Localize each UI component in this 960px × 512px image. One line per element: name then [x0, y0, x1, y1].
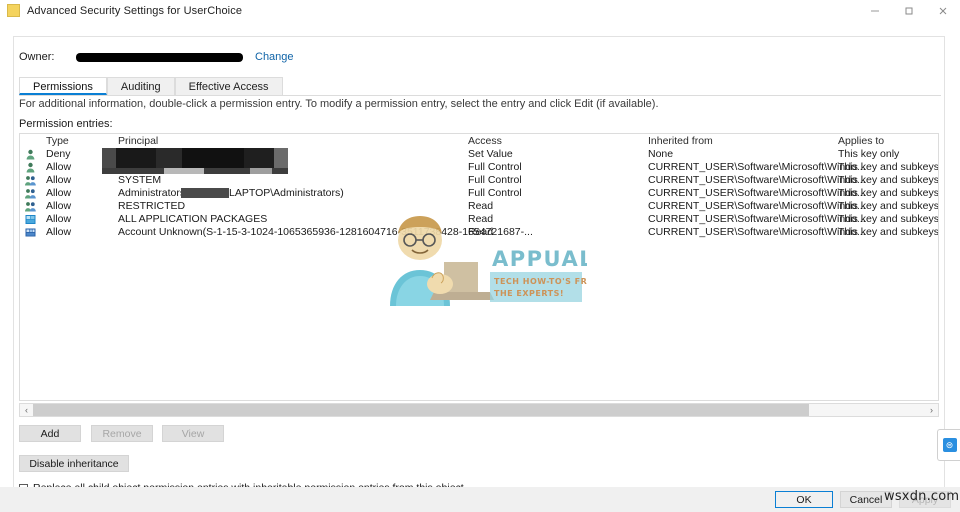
cell-applies-to: This key and subkeys [838, 174, 939, 186]
dialog-body: Owner: Change Permissions Auditing Effec… [0, 21, 960, 500]
table-row[interactable]: Allow Account Unknown(S-1-15-3-1024-1065… [20, 226, 938, 239]
cell-applies-to: This key and subkeys [838, 187, 939, 199]
cell-type: Deny [46, 148, 71, 160]
cell-inherited-from: CURRENT_USER\Software\Microsoft\Windo... [648, 213, 866, 225]
cell-access: Read [468, 213, 494, 225]
cell-inherited-from: CURRENT_USER\Software\Microsoft\Windo... [648, 187, 866, 199]
scroll-left-arrow-icon[interactable]: ‹ [20, 404, 33, 416]
view-button: View [162, 425, 224, 442]
column-header-principal[interactable]: Principal [118, 135, 158, 147]
cell-applies-to: This key and subkeys [838, 213, 939, 225]
scrollbar-track[interactable] [33, 404, 925, 416]
table-row[interactable]: Allow Administrators ( LAPTOP\Administra… [20, 187, 938, 200]
cancel-button[interactable]: Cancel [840, 491, 892, 508]
change-owner-link[interactable]: Change [255, 51, 294, 63]
cell-inherited-from: None [648, 148, 674, 160]
permission-entries-list[interactable]: Type Principal Access Inherited from App… [19, 133, 939, 401]
cell-type: Allow [46, 161, 72, 173]
close-button[interactable] [926, 0, 960, 21]
group-icon [25, 175, 36, 186]
scroll-right-arrow-icon[interactable]: › [925, 404, 938, 416]
cell-type: Allow [46, 213, 72, 225]
table-row[interactable]: Allow SYSTEM Full Control CURRENT_USER\S… [20, 174, 938, 187]
dialog-footer: OK Cancel Apply [0, 487, 960, 512]
table-row[interactable]: Allow Full Control CURRENT_USER\Software… [20, 161, 938, 174]
blue-app-icon[interactable]: ⊜ [942, 438, 957, 452]
tab-bar: Permissions Auditing Effective Access [19, 77, 941, 96]
cell-access: Full Control [468, 187, 522, 199]
cell-access: Full Control [468, 161, 522, 173]
maximize-button[interactable] [892, 0, 926, 21]
group-icon [25, 188, 36, 199]
owner-row: Owner: Change [19, 51, 294, 63]
minimize-button[interactable] [858, 0, 892, 21]
title-bar: Advanced Security Settings for UserChoic… [0, 0, 960, 22]
cell-access: Full Control [468, 174, 522, 186]
table-row[interactable]: Deny Set Value None This key only [20, 148, 938, 161]
folder-icon [7, 4, 20, 17]
cell-principal: SYSTEM [118, 174, 162, 186]
owner-value-redacted [76, 52, 243, 62]
cell-principal: ALL APPLICATION PACKAGES [118, 213, 268, 225]
cell-applies-to: This key and subkeys [838, 161, 939, 173]
column-header-applies-to[interactable]: Applies to [838, 135, 884, 147]
side-widget[interactable]: ⊜ [937, 429, 960, 461]
cell-type: Allow [46, 200, 72, 212]
scrollbar-thumb[interactable] [33, 404, 810, 416]
user-icon [25, 162, 36, 173]
permission-entries-label: Permission entries: [19, 118, 113, 130]
cell-inherited-from: CURRENT_USER\Software\Microsoft\Windo... [648, 161, 866, 173]
column-header-access[interactable]: Access [468, 135, 502, 147]
cell-access: Set Value [468, 148, 513, 160]
cell-access: Read [468, 226, 494, 238]
cell-applies-to: This key only [838, 148, 900, 160]
disable-inheritance-button[interactable]: Disable inheritance [19, 455, 129, 472]
add-button[interactable]: Add [19, 425, 81, 442]
cell-type: Allow [46, 226, 72, 238]
cell-inherited-from: CURRENT_USER\Software\Microsoft\Windo... [648, 174, 866, 186]
package-icon [25, 214, 36, 225]
apply-button: Apply [899, 491, 951, 508]
window-title: Advanced Security Settings for UserChoic… [27, 4, 243, 17]
cell-inherited-from: CURRENT_USER\Software\Microsoft\Windo... [648, 226, 866, 238]
table-row[interactable]: Allow ALL APPLICATION PACKAGES Read CURR… [20, 213, 938, 226]
cell-applies-to: This key and subkeys [838, 200, 939, 212]
tab-effective-access[interactable]: Effective Access [174, 77, 283, 95]
group-icon [25, 201, 36, 212]
tab-auditing[interactable]: Auditing [106, 77, 175, 95]
cell-access: Read [468, 200, 494, 212]
table-header: Type Principal Access Inherited from App… [20, 134, 938, 148]
unknown-account-icon [25, 227, 36, 238]
cell-type: Allow [46, 174, 72, 186]
remove-button: Remove [91, 425, 153, 442]
tab-permissions[interactable]: Permissions [19, 77, 107, 95]
column-header-inherited-from[interactable]: Inherited from [648, 135, 713, 147]
cell-applies-to: This key and subkeys [838, 226, 939, 238]
cell-inherited-from: CURRENT_USER\Software\Microsoft\Windo... [648, 200, 866, 212]
horizontal-scrollbar[interactable]: ‹ › [19, 403, 939, 417]
cell-principal: RESTRICTED [118, 200, 186, 212]
cell-principal-suffix: LAPTOP\Administrators) [229, 187, 344, 199]
owner-label: Owner: [19, 51, 55, 63]
user-icon [25, 149, 36, 160]
table-row[interactable]: Allow RESTRICTED Read CURRENT_USER\Softw… [20, 200, 938, 213]
cell-type: Allow [46, 187, 72, 199]
info-text: For additional information, double-click… [19, 98, 659, 110]
principal-inline-redaction [181, 188, 229, 198]
ok-button[interactable]: OK [775, 491, 833, 508]
column-header-type[interactable]: Type [46, 135, 69, 147]
security-settings-panel: Owner: Change Permissions Auditing Effec… [13, 36, 945, 500]
window-controls [858, 0, 960, 21]
